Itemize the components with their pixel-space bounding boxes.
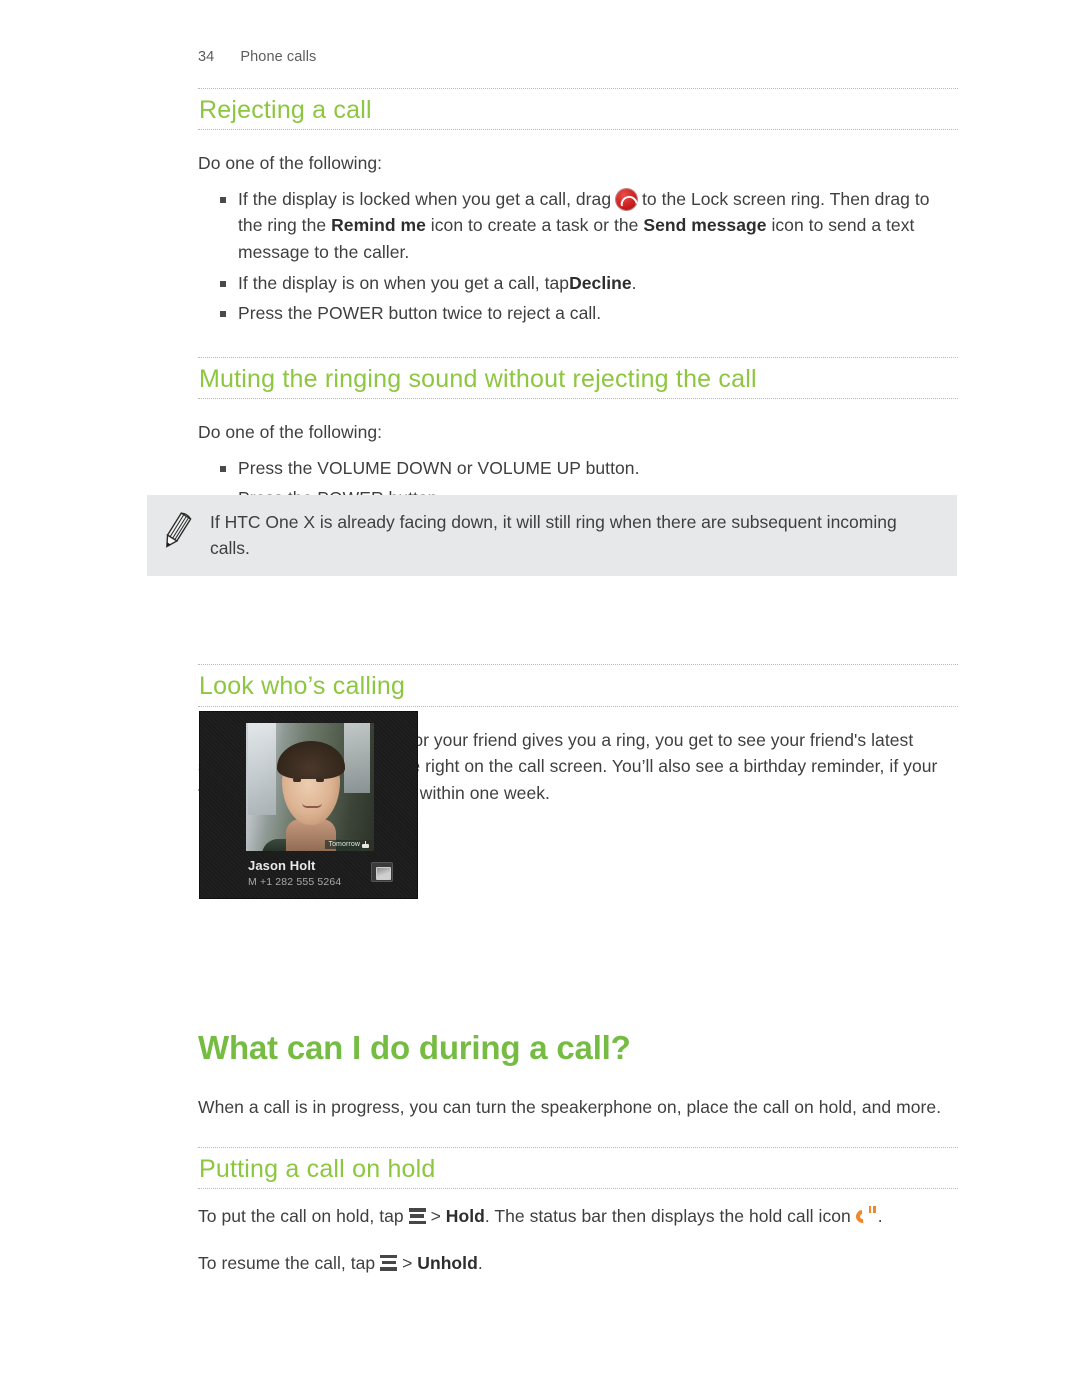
unhold-text-part: > bbox=[402, 1252, 413, 1273]
unhold-text-part: . bbox=[477, 1252, 483, 1273]
hold-text-part: . The status bar then displays the hold … bbox=[484, 1205, 851, 1226]
heading-putting-a-call-on-hold: Putting a call on hold bbox=[199, 1154, 436, 1183]
list-item: Press the POWER button twice to reject a… bbox=[198, 300, 958, 327]
unhold-bold-unhold: Unhold bbox=[417, 1252, 478, 1273]
photo-thumbnail-icon[interactable] bbox=[371, 862, 393, 882]
pencil-icon bbox=[159, 509, 203, 556]
caller-photo: Tomorrow bbox=[246, 723, 374, 851]
hold-bold-hold: Hold bbox=[445, 1205, 485, 1226]
birthday-badge: Tomorrow bbox=[325, 840, 372, 849]
bullet-bold-decline: Decline bbox=[569, 272, 632, 293]
bullet-bold-remind-me: Remind me bbox=[331, 215, 426, 236]
manual-page: 34 Phone calls Rejecting a call Do one o… bbox=[0, 0, 1080, 1397]
heading-muting-ringing-sound: Muting the ringing sound without rejecti… bbox=[199, 364, 757, 393]
section-muting-ringing-sound: Muting the ringing sound without rejecti… bbox=[198, 356, 958, 400]
hold-text-part: . bbox=[877, 1205, 883, 1226]
list-item: If the display is on when you get a call… bbox=[198, 270, 958, 297]
heading-look-whos-calling: Look who’s calling bbox=[199, 672, 406, 701]
birthday-cake-icon bbox=[362, 841, 369, 848]
section-rejecting-a-call: Rejecting a call bbox=[198, 88, 958, 131]
hold-instruction-paragraph: To put the call on hold, tap > Hold. The… bbox=[198, 1203, 958, 1230]
running-head: 34 Phone calls bbox=[198, 49, 316, 65]
caller-name: Jason Holt bbox=[248, 858, 316, 873]
menu-icon bbox=[380, 1254, 398, 1272]
section-putting-a-call-on-hold: Putting a call on hold bbox=[198, 1146, 958, 1189]
note-callout: If HTC One X is already facing down, it … bbox=[147, 495, 957, 576]
rejecting-bullet-list: If the display is locked when you get a … bbox=[198, 186, 958, 327]
list-item: If the display is locked when you get a … bbox=[198, 186, 958, 266]
during-call-paragraph: When a call is in progress, you can turn… bbox=[198, 1097, 942, 1118]
bullet-text-part: icon to create a task or the bbox=[430, 215, 639, 236]
bullet-text-part: . bbox=[631, 272, 637, 293]
caller-number: M +1 282 555 5264 bbox=[248, 876, 342, 888]
menu-icon bbox=[408, 1207, 426, 1225]
hold-text-part: > bbox=[430, 1205, 441, 1226]
hold-text-part: To put the call on hold, tap bbox=[198, 1205, 404, 1226]
hold-call-icon bbox=[853, 1205, 878, 1227]
caller-screen-screenshot: Tomorrow Jason Holt M +1 282 555 5264 bbox=[199, 711, 418, 899]
rejecting-intro: Do one of the following: bbox=[198, 153, 383, 174]
unhold-instruction-paragraph: To resume the call, tap > Unhold. bbox=[198, 1250, 958, 1277]
list-item: Press the VOLUME DOWN or VOLUME UP butto… bbox=[198, 455, 958, 482]
unhold-text-part: To resume the call, tap bbox=[198, 1252, 376, 1273]
bullet-text-part: If the display is on when you get a call… bbox=[238, 272, 570, 293]
decline-call-icon bbox=[616, 188, 638, 210]
birthday-badge-label: Tomorrow bbox=[328, 841, 360, 848]
note-text: If HTC One X is already facing down, it … bbox=[210, 512, 897, 559]
heading-what-can-i-do-during-a-call: What can I do during a call? bbox=[198, 1029, 631, 1067]
page-content: Rejecting a call Do one of the following… bbox=[198, 88, 958, 1276]
section-look-whos-calling: Look who’s calling bbox=[198, 664, 958, 707]
bullet-text-part: If the display is locked when you get a … bbox=[238, 188, 612, 209]
bullet-bold-send-message: Send message bbox=[643, 215, 767, 236]
heading-rejecting-a-call: Rejecting a call bbox=[199, 96, 372, 124]
bullet-text-part: Press the POWER button twice to reject a… bbox=[238, 303, 602, 324]
chapter-name: Phone calls bbox=[240, 49, 317, 65]
muting-intro: Do one of the following: bbox=[198, 422, 383, 443]
page-number: 34 bbox=[198, 49, 215, 65]
